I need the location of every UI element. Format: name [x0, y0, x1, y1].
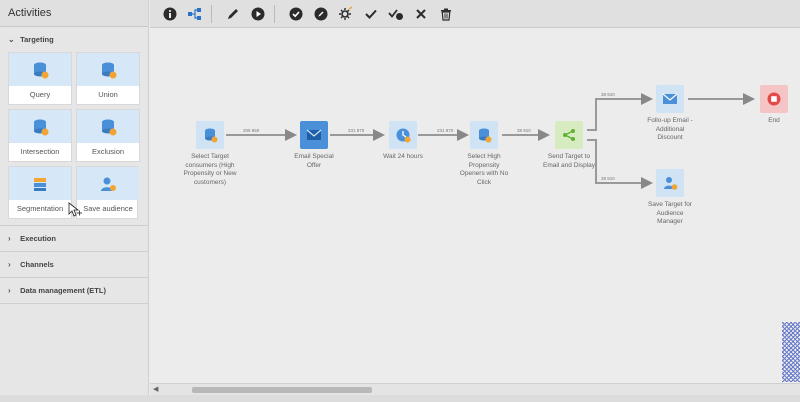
- settings-icon[interactable]: [336, 4, 356, 24]
- tile-save-audience[interactable]: Save audience: [76, 166, 139, 219]
- node-label: Wait 24 hours: [383, 153, 423, 160]
- section-targeting: ⌄ Targeting Query Union Intersection Exc…: [0, 27, 148, 226]
- tile-label: Segmentation: [16, 204, 64, 213]
- segmentation-icon: [9, 167, 71, 200]
- resize-grip[interactable]: [782, 322, 800, 382]
- union-icon: [77, 53, 139, 86]
- section-head-execution[interactable]: › Execution: [0, 226, 148, 251]
- play-icon[interactable]: [248, 4, 268, 24]
- check-circle-icon[interactable]: [286, 4, 306, 24]
- workflow-canvas[interactable]: 205 650 231 870 231 870 38 910 38 910 38…: [150, 28, 800, 383]
- clock-icon: [389, 121, 417, 149]
- envelope-icon: [656, 85, 684, 113]
- tile-segmentation[interactable]: Segmentation: [8, 166, 72, 219]
- tile-label: Query: [29, 90, 51, 99]
- node-select-high[interactable]: Select High Propensity Openers with No C…: [460, 121, 508, 186]
- node-send-target[interactable]: Send Target to Email and Display: [543, 121, 595, 169]
- node-end[interactable]: End: [760, 85, 788, 124]
- tile-label: Save audience: [83, 204, 133, 213]
- section-head-channels[interactable]: › Channels: [0, 252, 148, 277]
- tile-union[interactable]: Union: [76, 52, 140, 105]
- stop-icon: [760, 85, 788, 113]
- node-label: Send Target to Email and Display: [542, 153, 596, 169]
- edge-count-label: 231 870: [437, 128, 454, 133]
- edge-count-label: 38 910: [517, 128, 531, 133]
- node-label: Save Target for Audience Manager: [648, 201, 692, 225]
- tile-label: Exclusion: [91, 147, 125, 156]
- section-head-data-management[interactable]: › Data management (ETL): [0, 278, 148, 303]
- status-strip: [0, 395, 800, 402]
- section-label: Targeting: [20, 35, 54, 44]
- toolbar-divider: [211, 4, 212, 23]
- chevron-right-icon: ›: [8, 234, 11, 243]
- section-execution: › Execution: [0, 226, 148, 252]
- scroll-left-icon[interactable]: ◀: [153, 385, 158, 393]
- tile-label: Union: [98, 90, 118, 99]
- chevron-right-icon: ›: [8, 286, 11, 295]
- database-icon: [9, 53, 71, 86]
- workflow-edges: [226, 93, 755, 189]
- edit-icon[interactable]: [223, 4, 243, 24]
- node-email-offer[interactable]: Email Special Offer: [294, 121, 334, 169]
- save-audience-icon: [656, 169, 684, 197]
- database-icon: [196, 121, 224, 149]
- save-audience-icon: [77, 167, 139, 200]
- node-wait[interactable]: Wait 24 hours: [383, 121, 423, 160]
- section-head-targeting[interactable]: ⌄ Targeting: [0, 27, 148, 52]
- exclusion-icon: [77, 110, 139, 143]
- section-label: Data management (ETL): [20, 286, 106, 295]
- check-badge-icon[interactable]: [386, 4, 406, 24]
- workflow-toolbar: [150, 0, 800, 28]
- section-data-management: › Data management (ETL): [0, 278, 148, 304]
- chevron-right-icon: ›: [8, 260, 11, 269]
- tile-exclusion[interactable]: Exclusion: [76, 109, 140, 162]
- activity-tiles: Query Union Intersection Exclusion Segme…: [0, 52, 148, 225]
- sidebar-title: Activities: [0, 0, 148, 27]
- trash-icon[interactable]: [436, 4, 456, 24]
- node-follow-up[interactable]: Follo-up Email - Additional Discount: [647, 85, 693, 141]
- toolbar-divider: [274, 4, 275, 23]
- mouse-cursor-icon: [68, 202, 82, 217]
- node-label: Select High Propensity Openers with No C…: [459, 153, 509, 186]
- tile-intersection[interactable]: Intersection: [8, 109, 72, 162]
- edge-count-label: 205 650: [243, 128, 260, 133]
- envelope-icon: [300, 121, 328, 149]
- node-save-target[interactable]: Save Target for Audience Manager: [648, 169, 692, 225]
- edge-count-label: 38 910: [601, 176, 615, 181]
- chevron-down-icon: ⌄: [8, 35, 15, 44]
- scrollbar-thumb[interactable]: [192, 387, 372, 393]
- section-label: Execution: [20, 234, 56, 243]
- info-icon[interactable]: [160, 4, 180, 24]
- edit-circle-icon[interactable]: [311, 4, 331, 24]
- close-icon[interactable]: [411, 4, 431, 24]
- database-icon: [470, 121, 498, 149]
- section-label: Channels: [20, 260, 54, 269]
- intersection-icon: [9, 110, 71, 143]
- node-label: Follo-up Email - Additional Discount: [647, 117, 693, 141]
- share-icon: [555, 121, 583, 149]
- node-label: Email Special Offer: [294, 153, 334, 169]
- node-select-target[interactable]: Select Target consumers (High Propensity…: [183, 121, 237, 186]
- workflow-icon[interactable]: [185, 4, 205, 24]
- tile-query[interactable]: Query: [8, 52, 72, 105]
- edge-count-label: 38 910: [601, 92, 615, 97]
- tile-label: Intersection: [20, 147, 60, 156]
- activities-sidebar: Activities ⌄ Targeting Query Union Inter…: [0, 0, 149, 402]
- node-label: End: [768, 117, 780, 124]
- node-label: Select Target consumers (High Propensity…: [183, 153, 237, 186]
- section-channels: › Channels: [0, 252, 148, 278]
- edge-count-label: 231 870: [348, 128, 365, 133]
- check-icon[interactable]: [361, 4, 381, 24]
